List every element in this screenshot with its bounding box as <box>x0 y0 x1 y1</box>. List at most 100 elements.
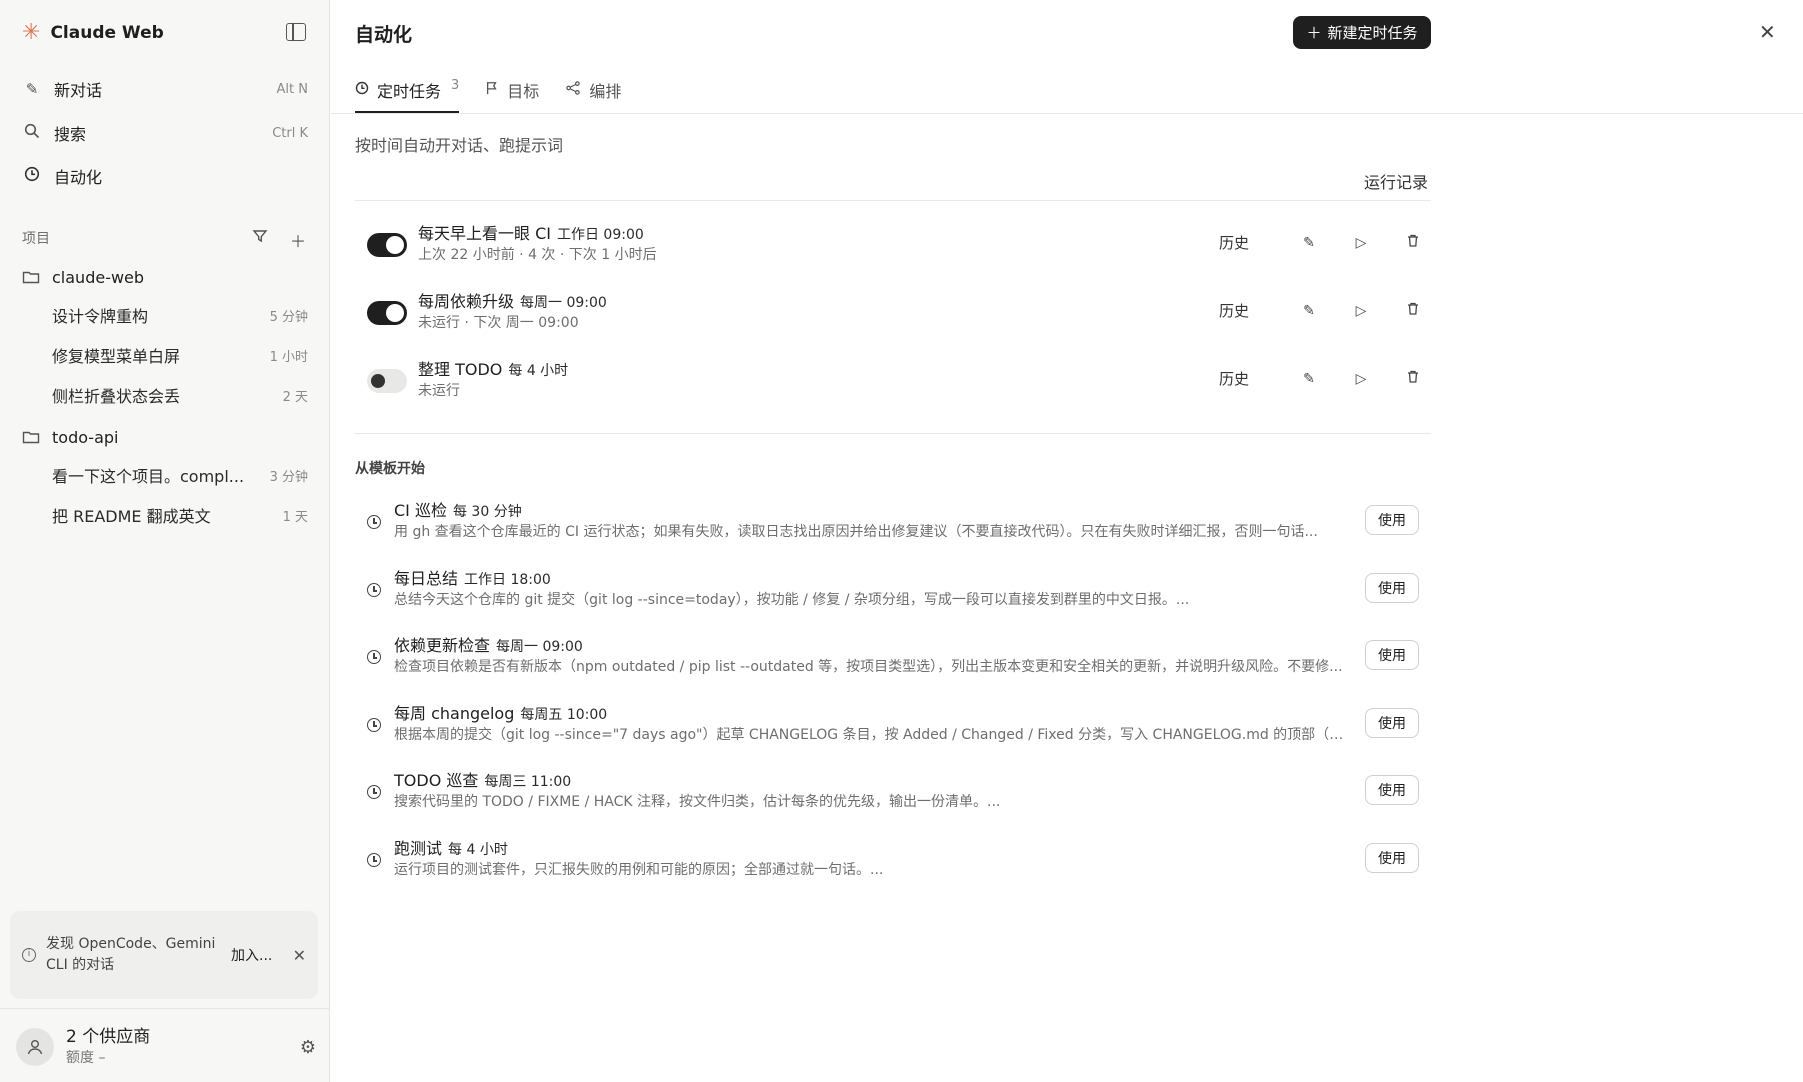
page-title: 自动化 <box>355 24 413 46</box>
clock-icon <box>22 166 42 186</box>
nav-new-chat[interactable]: ✎ 新对话 Alt N <box>22 76 308 102</box>
task-meta: 未运行 <box>418 383 460 399</box>
use-template-button[interactable]: 使用 <box>1365 708 1419 738</box>
template-schedule: 每周一 09:00 <box>496 639 583 655</box>
trash-icon[interactable] <box>1387 302 1439 319</box>
task-actions: 历史 ✎ ▷ <box>1219 300 1439 321</box>
clock-icon <box>367 718 381 732</box>
edit-icon[interactable]: ✎ <box>1283 235 1335 251</box>
history-button[interactable]: 历史 <box>1219 368 1283 389</box>
tab-goals[interactable]: 目标 <box>485 76 539 113</box>
tab-label: 编排 <box>589 82 622 101</box>
template-name: CI 巡检 <box>394 501 447 520</box>
plus-icon: ＋ <box>1306 24 1322 42</box>
play-icon[interactable]: ▷ <box>1335 235 1387 251</box>
clock-icon <box>367 515 381 529</box>
edit-icon[interactable]: ✎ <box>1283 303 1335 319</box>
task-schedule: 工作日 09:00 <box>556 227 644 243</box>
templates-header: 从模板开始 <box>355 461 425 477</box>
nav-label: 搜索 <box>54 125 87 144</box>
nav-search[interactable]: 搜索 Ctrl K <box>22 120 308 146</box>
new-scheduled-task-button[interactable]: ＋ 新建定时任务 <box>1293 16 1431 49</box>
divider <box>331 113 1803 114</box>
share-icon <box>565 78 581 99</box>
play-icon[interactable]: ▷ <box>1335 303 1387 319</box>
template-schedule: 工作日 18:00 <box>464 572 551 588</box>
run-log-link[interactable]: 运行记录 <box>1364 169 1428 193</box>
template-row: 每周 changelog 每周五 10:00 根据本周的提交（git log --… <box>355 700 1431 752</box>
use-template-button[interactable]: 使用 <box>1365 640 1419 670</box>
filter-icon[interactable] <box>252 228 268 252</box>
template-schedule: 每周三 11:00 <box>484 774 572 790</box>
conversation-item[interactable]: 把 README 翻成英文 1 天 <box>52 503 308 527</box>
history-button[interactable]: 历史 <box>1219 232 1283 253</box>
nav-label: 自动化 <box>54 168 103 187</box>
page-subtitle: 按时间自动开对话、跑提示词 <box>355 136 564 155</box>
project-name: todo-api <box>52 427 119 447</box>
task-row: 每天早上看一眼 CI 工作日 09:00 上次 22 小时前 · 4 次 · 下次… <box>355 218 1431 272</box>
nav-automation[interactable]: 自动化 <box>22 163 308 189</box>
task-toggle[interactable] <box>367 301 407 325</box>
tab-scheduled-tasks[interactable]: 定时任务 3 <box>355 76 460 113</box>
template-title: TODO 巡查 每周三 11:00 <box>394 767 571 791</box>
task-title: 每天早上看一眼 CI 工作日 09:00 <box>418 220 644 244</box>
use-template-button[interactable]: 使用 <box>1365 843 1419 873</box>
task-name: 整理 TODO <box>418 360 503 379</box>
template-title: 跑测试每 4 小时 <box>394 835 508 859</box>
conversation-time: 1 小时 <box>269 349 308 365</box>
project-folder[interactable]: todo-api <box>22 425 308 449</box>
close-icon[interactable]: ✕ <box>293 946 306 965</box>
task-meta: 未运行 · 下次 周一 09:00 <box>418 315 579 331</box>
clock-icon <box>367 650 381 664</box>
project-folder[interactable]: claude-web <box>22 265 308 289</box>
clock-icon <box>367 785 381 799</box>
template-name: 依赖更新检查 <box>394 636 491 655</box>
history-button[interactable]: 历史 <box>1219 300 1283 321</box>
sidebar-toggle-icon[interactable] <box>286 23 306 41</box>
conversation-time: 3 分钟 <box>269 469 308 485</box>
template-description: 运行项目的测试套件，只汇报失败的用例和可能的原因；全部通过就一句话。... <box>394 862 884 878</box>
trash-icon[interactable] <box>1387 234 1439 251</box>
use-template-button[interactable]: 使用 <box>1365 573 1419 603</box>
pencil-icon: ✎ <box>25 80 39 98</box>
brand[interactable]: ✳ Claude Web <box>22 20 164 46</box>
template-title: CI 巡检每 30 分钟 <box>394 497 522 521</box>
conversation-title: 看一下这个项目。compl... <box>52 467 245 486</box>
close-icon[interactable]: ✕ <box>1759 20 1776 44</box>
import-notice: i 发现 OpenCode、Gemini CLI 的对话 加入... ✕ <box>10 911 318 999</box>
use-template-button[interactable]: 使用 <box>1365 505 1419 535</box>
conversation-item[interactable]: 侧栏折叠状态会丢 2 天 <box>52 383 308 407</box>
task-toggle[interactable] <box>367 369 407 393</box>
template-row: 每日总结 工作日 18:00 总结今天这个仓库的 git 提交（git log -… <box>355 565 1431 617</box>
projects-label: 项目 <box>22 231 50 247</box>
template-title: 每日总结 工作日 18:00 <box>394 565 551 589</box>
trash-icon[interactable] <box>1387 370 1439 387</box>
notice-join-button[interactable]: 加入... <box>231 945 272 965</box>
task-actions: 历史 ✎ ▷ <box>1219 232 1439 253</box>
use-template-button[interactable]: 使用 <box>1365 775 1419 805</box>
new-task-label: 新建定时任务 <box>1327 24 1418 42</box>
conversation-item[interactable]: 修复模型菜单白屏 1 小时 <box>52 343 308 367</box>
template-description: 总结今天这个仓库的 git 提交（git log --since=today），… <box>394 592 1190 608</box>
conversation-title: 侧栏折叠状态会丢 <box>52 387 181 406</box>
conversation-item[interactable]: 看一下这个项目。compl... 3 分钟 <box>52 463 308 487</box>
tab-label: 定时任务 <box>377 82 442 101</box>
claude-logo-icon: ✳ <box>22 20 41 45</box>
edit-icon[interactable]: ✎ <box>1283 371 1335 387</box>
conversation-item[interactable]: 设计令牌重构 5 分钟 <box>52 303 308 327</box>
user-panel[interactable]: 2 个供应商 额度 – ⚙ <box>16 1026 316 1068</box>
task-toggle[interactable] <box>367 233 407 257</box>
divider <box>0 1008 330 1009</box>
tabs: 定时任务 3 目标 编排 <box>355 76 621 114</box>
play-icon[interactable]: ▷ <box>1335 371 1387 387</box>
folder-icon <box>22 429 42 445</box>
tab-orchestration[interactable]: 编排 <box>565 76 621 113</box>
task-schedule: 每周一 09:00 <box>520 295 607 311</box>
task-row: 每周依赖升级 每周一 09:00 未运行 · 下次 周一 09:00 历史 ✎ ▷ <box>355 286 1431 340</box>
add-project-icon[interactable]: ＋ <box>290 228 306 252</box>
task-row: 整理 TODO 每 4 小时 未运行 历史 ✎ ▷ <box>355 354 1431 408</box>
template-description: 搜索代码里的 TODO / FIXME / HACK 注释，按文件归类，估计每条… <box>394 794 1001 810</box>
flag-icon <box>485 78 499 99</box>
gear-icon[interactable]: ⚙ <box>300 1037 316 1058</box>
template-row: 依赖更新检查 每周一 09:00 检查项目依赖是否有新版本（npm outdate… <box>355 632 1431 684</box>
